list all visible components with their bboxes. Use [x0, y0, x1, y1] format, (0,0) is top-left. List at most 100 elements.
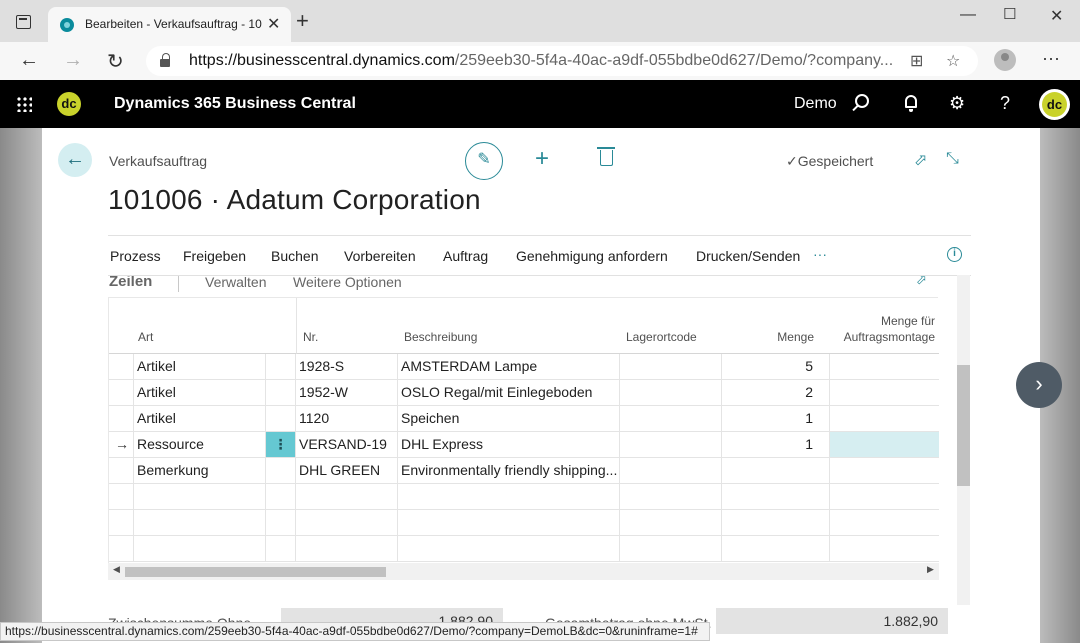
- cell-nr[interactable]: DHL GREEN: [296, 458, 398, 484]
- cell-lagerortcode[interactable]: [620, 458, 722, 484]
- forward-arrow-icon[interactable]: →: [63, 49, 83, 72]
- delete-trash-icon[interactable]: [597, 147, 615, 166]
- cell-nr[interactable]: 1952-W: [296, 380, 398, 406]
- cell-art[interactable]: Artikel: [134, 380, 266, 406]
- row-menu-cell[interactable]: [266, 354, 296, 380]
- cell-menge-montage[interactable]: [830, 432, 939, 458]
- vertical-scroll-thumb[interactable]: [957, 365, 970, 486]
- profile-icon[interactable]: [994, 49, 1016, 71]
- cell-lagerortcode[interactable]: [620, 354, 722, 380]
- row-menu-cell[interactable]: [266, 536, 296, 562]
- column-header-art[interactable]: Art: [109, 298, 296, 354]
- app-launcher-icon[interactable]: [16, 96, 32, 112]
- cell-art[interactable]: Bemerkung: [134, 458, 266, 484]
- cell-menge-montage[interactable]: [830, 536, 939, 562]
- expand-lines-icon[interactable]: ⬀: [916, 276, 927, 288]
- cell-menge-montage[interactable]: [830, 380, 939, 406]
- cell-art[interactable]: [134, 536, 266, 562]
- cell-nr[interactable]: 1928-S: [296, 354, 398, 380]
- row-menu-cell[interactable]: [266, 458, 296, 484]
- cell-menge-montage[interactable]: [830, 484, 939, 510]
- lines-menu-weitere-optionen[interactable]: Weitere Optionen: [293, 276, 402, 290]
- action-prozess[interactable]: Prozess: [110, 248, 161, 264]
- cell-beschreibung[interactable]: OSLO Regal/mit Einlegeboden: [398, 380, 620, 406]
- horizontal-scroll-thumb[interactable]: [125, 567, 386, 577]
- browser-tab[interactable]: Bearbeiten - Verkaufsauftrag - 10 ✕: [48, 7, 291, 42]
- url-text[interactable]: https://businesscentral.dynamics.com/259…: [189, 52, 905, 70]
- cell-beschreibung[interactable]: DHL Express: [398, 432, 620, 458]
- cell-menge-montage[interactable]: [830, 354, 939, 380]
- column-header-beschreibung[interactable]: Beschreibung: [398, 298, 620, 354]
- action-freigeben[interactable]: Freigeben: [183, 248, 246, 264]
- cell-art[interactable]: [134, 484, 266, 510]
- column-header-nr[interactable]: Nr.: [296, 298, 398, 354]
- scroll-left-icon[interactable]: ◀: [113, 564, 120, 575]
- cell-nr[interactable]: [296, 484, 398, 510]
- cell-lagerortcode[interactable]: [620, 510, 722, 536]
- cell-nr[interactable]: [296, 510, 398, 536]
- cell-menge[interactable]: 1: [722, 432, 830, 458]
- cell-menge[interactable]: [722, 458, 830, 484]
- edit-pencil-icon[interactable]: ✎: [465, 142, 503, 180]
- cell-menge[interactable]: [722, 484, 830, 510]
- new-tab-icon[interactable]: +: [296, 10, 309, 32]
- vertical-scrollbar[interactable]: [957, 275, 970, 605]
- cell-menge-montage[interactable]: [830, 458, 939, 484]
- cell-menge[interactable]: [722, 536, 830, 562]
- more-actions-icon[interactable]: ···: [813, 246, 827, 262]
- help-icon[interactable]: ?: [1000, 93, 1010, 114]
- close-tab-icon[interactable]: ✕: [267, 14, 280, 34]
- cell-beschreibung[interactable]: AMSTERDAM Lampe: [398, 354, 620, 380]
- action-genehmigung-anfordern[interactable]: Genehmigung anfordern: [516, 248, 668, 264]
- cell-art[interactable]: [134, 510, 266, 536]
- maximize-icon[interactable]: ☐: [1003, 5, 1016, 23]
- notification-bell-icon[interactable]: [905, 95, 917, 112]
- action-drucken-senden[interactable]: Drucken/Senden: [696, 248, 800, 264]
- cell-lagerortcode[interactable]: [620, 380, 722, 406]
- column-header-lagerortcode[interactable]: Lagerortcode: [620, 298, 722, 354]
- browser-menu-icon[interactable]: ···: [1042, 48, 1060, 69]
- cell-beschreibung[interactable]: [398, 510, 620, 536]
- next-record-chevron-icon[interactable]: ›: [1016, 362, 1062, 408]
- collapse-icon[interactable]: ⤡: [946, 150, 959, 168]
- reload-icon[interactable]: ↻: [107, 49, 124, 74]
- row-actions-menu-icon[interactable]: ⋮: [266, 432, 296, 458]
- cell-lagerortcode[interactable]: [620, 432, 722, 458]
- cell-beschreibung[interactable]: Environmentally friendly shipping...: [398, 458, 620, 484]
- minimize-icon[interactable]: —: [960, 6, 976, 24]
- action-auftrag[interactable]: Auftrag: [443, 248, 488, 264]
- cell-menge-montage[interactable]: [830, 406, 939, 432]
- row-menu-cell[interactable]: [266, 484, 296, 510]
- cell-art[interactable]: Artikel: [134, 406, 266, 432]
- open-new-window-icon[interactable]: ⬀: [914, 150, 927, 170]
- window-menu-icon[interactable]: [16, 15, 31, 29]
- cell-art[interactable]: Artikel: [134, 354, 266, 380]
- scroll-right-icon[interactable]: ▶: [927, 564, 934, 575]
- extensions-icon[interactable]: ⊞: [910, 51, 923, 71]
- cell-menge-montage[interactable]: [830, 510, 939, 536]
- horizontal-scrollbar[interactable]: ◀ ▶: [108, 563, 939, 580]
- url-field[interactable]: https://businesscentral.dynamics.com/259…: [146, 46, 978, 76]
- cell-menge[interactable]: [722, 510, 830, 536]
- column-header-menge-montage[interactable]: Menge für Auftragsmontage: [830, 298, 939, 354]
- cell-art[interactable]: Ressource: [134, 432, 266, 458]
- info-icon[interactable]: i: [947, 247, 962, 262]
- cell-lagerortcode[interactable]: [620, 536, 722, 562]
- row-menu-cell[interactable]: [266, 510, 296, 536]
- back-button[interactable]: ←: [58, 143, 92, 177]
- settings-gear-icon[interactable]: ⚙: [949, 93, 965, 114]
- action-buchen[interactable]: Buchen: [271, 248, 318, 264]
- company-name[interactable]: Demo: [794, 95, 837, 113]
- cell-menge[interactable]: 2: [722, 380, 830, 406]
- back-arrow-icon[interactable]: ←: [19, 49, 39, 72]
- cell-nr[interactable]: [296, 536, 398, 562]
- cell-menge[interactable]: 1: [722, 406, 830, 432]
- lines-menu-verwalten[interactable]: Verwalten: [205, 276, 266, 290]
- cell-nr[interactable]: 1120: [296, 406, 398, 432]
- row-menu-cell[interactable]: [266, 380, 296, 406]
- cell-beschreibung[interactable]: [398, 536, 620, 562]
- search-icon[interactable]: [855, 94, 869, 108]
- cell-lagerortcode[interactable]: [620, 406, 722, 432]
- new-plus-icon[interactable]: +: [535, 147, 549, 171]
- cell-beschreibung[interactable]: Speichen: [398, 406, 620, 432]
